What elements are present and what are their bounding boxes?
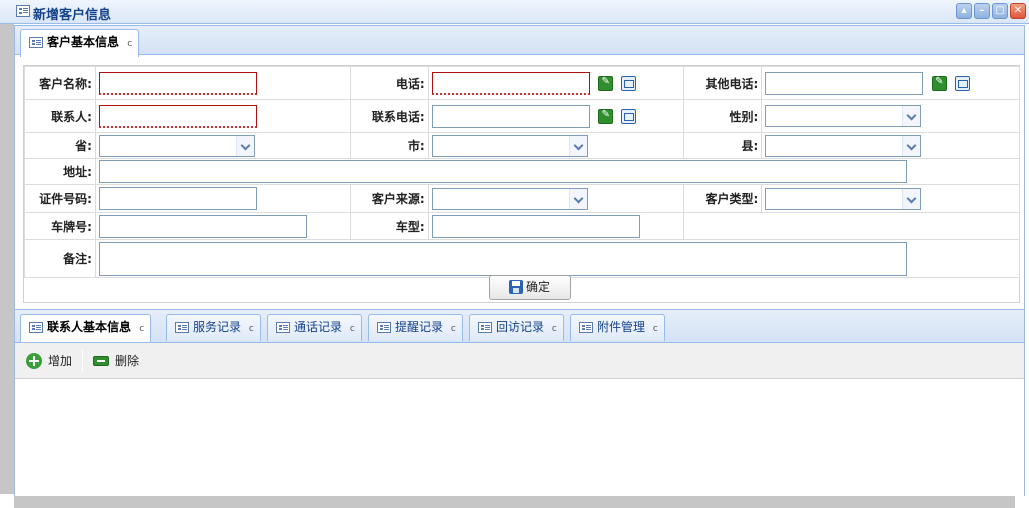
phone-input[interactable] [431, 71, 590, 95]
address-label: 地址: [24, 158, 96, 185]
chevron-down-icon[interactable] [235, 135, 254, 156]
tab-label: 客户基本信息 [47, 35, 120, 49]
title-bar[interactable]: 新增客户信息 ▴ – ▢ ✕ [0, 0, 1029, 24]
contact-phone-input[interactable] [431, 104, 590, 128]
form-icon [276, 322, 290, 333]
send-sms-icon[interactable] [621, 75, 637, 91]
gender-label: 性别: [683, 99, 763, 133]
other-phone-input[interactable] [765, 71, 924, 95]
add-button[interactable]: 增加 [26, 352, 72, 370]
remark-textarea[interactable] [98, 241, 907, 276]
refresh-icon[interactable]: c [350, 317, 355, 342]
minus-icon [93, 356, 109, 366]
tab-label: 附件管理 [597, 320, 646, 334]
form-icon [29, 37, 43, 48]
refresh-icon[interactable]: c [249, 317, 254, 342]
chevron-down-icon[interactable] [568, 135, 587, 156]
customer-name-input[interactable] [98, 71, 257, 95]
contact-toolbar: 增加 删除 [15, 343, 1024, 379]
refresh-icon[interactable]: c [139, 317, 144, 342]
id-number-input[interactable] [98, 187, 257, 210]
remark-label: 备注: [24, 239, 96, 278]
form-icon [175, 322, 189, 333]
customer-form: 客户名称: 电话: 其他电话: 联系人 [23, 65, 1021, 303]
contact-label: 联系人: [24, 99, 96, 133]
source-label: 客户来源: [349, 184, 429, 213]
add-label: 增加 [48, 354, 73, 368]
city-label: 市: [349, 132, 429, 159]
tab-reminder-records[interactable]: 提醒记录 c [368, 314, 463, 341]
tab-follow-up-records[interactable]: 回访记录 c [469, 314, 564, 341]
top-tab-strip: 客户基本信息 c [15, 25, 1024, 57]
confirm-button[interactable]: 确定 [489, 275, 571, 300]
dial-contact-phone-icon[interactable] [598, 108, 614, 124]
refresh-icon[interactable]: c [451, 317, 456, 342]
plus-icon [26, 353, 42, 369]
form-icon [579, 322, 593, 333]
window-title: 新增客户信息 [33, 8, 112, 23]
bottom-tab-strip: 联系人基本信息 c 服务记录 c 通话记录 c 提醒记录 c 回访记录 c 附件… [15, 309, 1024, 343]
refresh-icon[interactable]: c [552, 317, 557, 342]
contact-grid-area [15, 380, 1024, 496]
collapse-button[interactable]: ▴ [956, 3, 972, 19]
window-shadow-bottom [14, 496, 1015, 508]
delete-label: 删除 [115, 354, 140, 368]
refresh-icon[interactable]: c [127, 32, 132, 57]
maximize-button[interactable]: ▢ [992, 3, 1008, 19]
plate-input[interactable] [98, 214, 307, 238]
model-label: 车型: [349, 212, 429, 240]
province-label: 省: [24, 132, 96, 159]
city-select[interactable] [431, 134, 588, 157]
province-select[interactable] [98, 134, 255, 157]
source-select[interactable] [431, 187, 588, 210]
chevron-down-icon[interactable] [902, 135, 921, 156]
customer-name-label: 客户名称: [24, 66, 96, 100]
tab-label: 提醒记录 [395, 320, 444, 334]
model-input[interactable] [431, 214, 640, 238]
chevron-down-icon[interactable] [902, 106, 921, 126]
customer-type-label: 客户类型: [683, 184, 763, 213]
send-contact-sms-icon[interactable] [621, 108, 637, 124]
confirm-label: 确定 [526, 280, 551, 294]
dial-phone-icon[interactable] [598, 75, 614, 91]
dial-other-phone-icon[interactable] [932, 75, 948, 91]
tab-label: 联系人基本信息 [47, 320, 132, 334]
form-icon [16, 5, 30, 17]
send-other-sms-icon[interactable] [955, 75, 970, 91]
county-select[interactable] [765, 134, 922, 157]
contact-input[interactable] [98, 104, 257, 128]
dialog-body: 客户基本信息 c 客户名称: 电话: 其他电 [14, 25, 1025, 496]
delete-button[interactable]: 删除 [93, 352, 139, 370]
tab-label: 服务记录 [193, 320, 242, 334]
tab-label: 通话记录 [294, 320, 343, 334]
refresh-icon[interactable]: c [653, 317, 658, 342]
tab-call-records[interactable]: 通话记录 c [267, 314, 362, 341]
tab-attachments[interactable]: 附件管理 c [570, 314, 665, 341]
form-icon [377, 322, 391, 333]
gender-select[interactable] [765, 105, 922, 127]
id-number-label: 证件号码: [24, 184, 96, 213]
chevron-down-icon[interactable] [902, 188, 921, 209]
form-icon [29, 322, 43, 333]
close-button[interactable]: ✕ [1010, 3, 1026, 19]
customer-type-select[interactable] [765, 187, 922, 210]
toolbar-divider [82, 350, 83, 372]
tab-contact-basic-info[interactable]: 联系人基本信息 c [20, 314, 152, 342]
customer-dialog: 新增客户信息 ▴ – ▢ ✕ 客户基本信息 c 客户名称: 电话: ✎ 其他电话… [0, 0, 1029, 496]
form-icon [478, 322, 492, 333]
contact-phone-label: 联系电话: [349, 99, 429, 133]
other-phone-label: 其他电话: [683, 66, 763, 100]
chevron-down-icon[interactable] [568, 188, 587, 209]
county-label: 县: [683, 132, 763, 159]
address-input[interactable] [98, 160, 907, 183]
tab-label: 回访记录 [496, 320, 545, 334]
phone-label: 电话: [349, 66, 429, 100]
tab-customer-basic-info[interactable]: 客户基本信息 c [20, 29, 140, 57]
save-icon [509, 280, 523, 294]
tab-service-records[interactable]: 服务记录 c [166, 314, 261, 341]
plate-label: 车牌号: [24, 212, 96, 240]
minimize-button[interactable]: – [974, 3, 990, 19]
